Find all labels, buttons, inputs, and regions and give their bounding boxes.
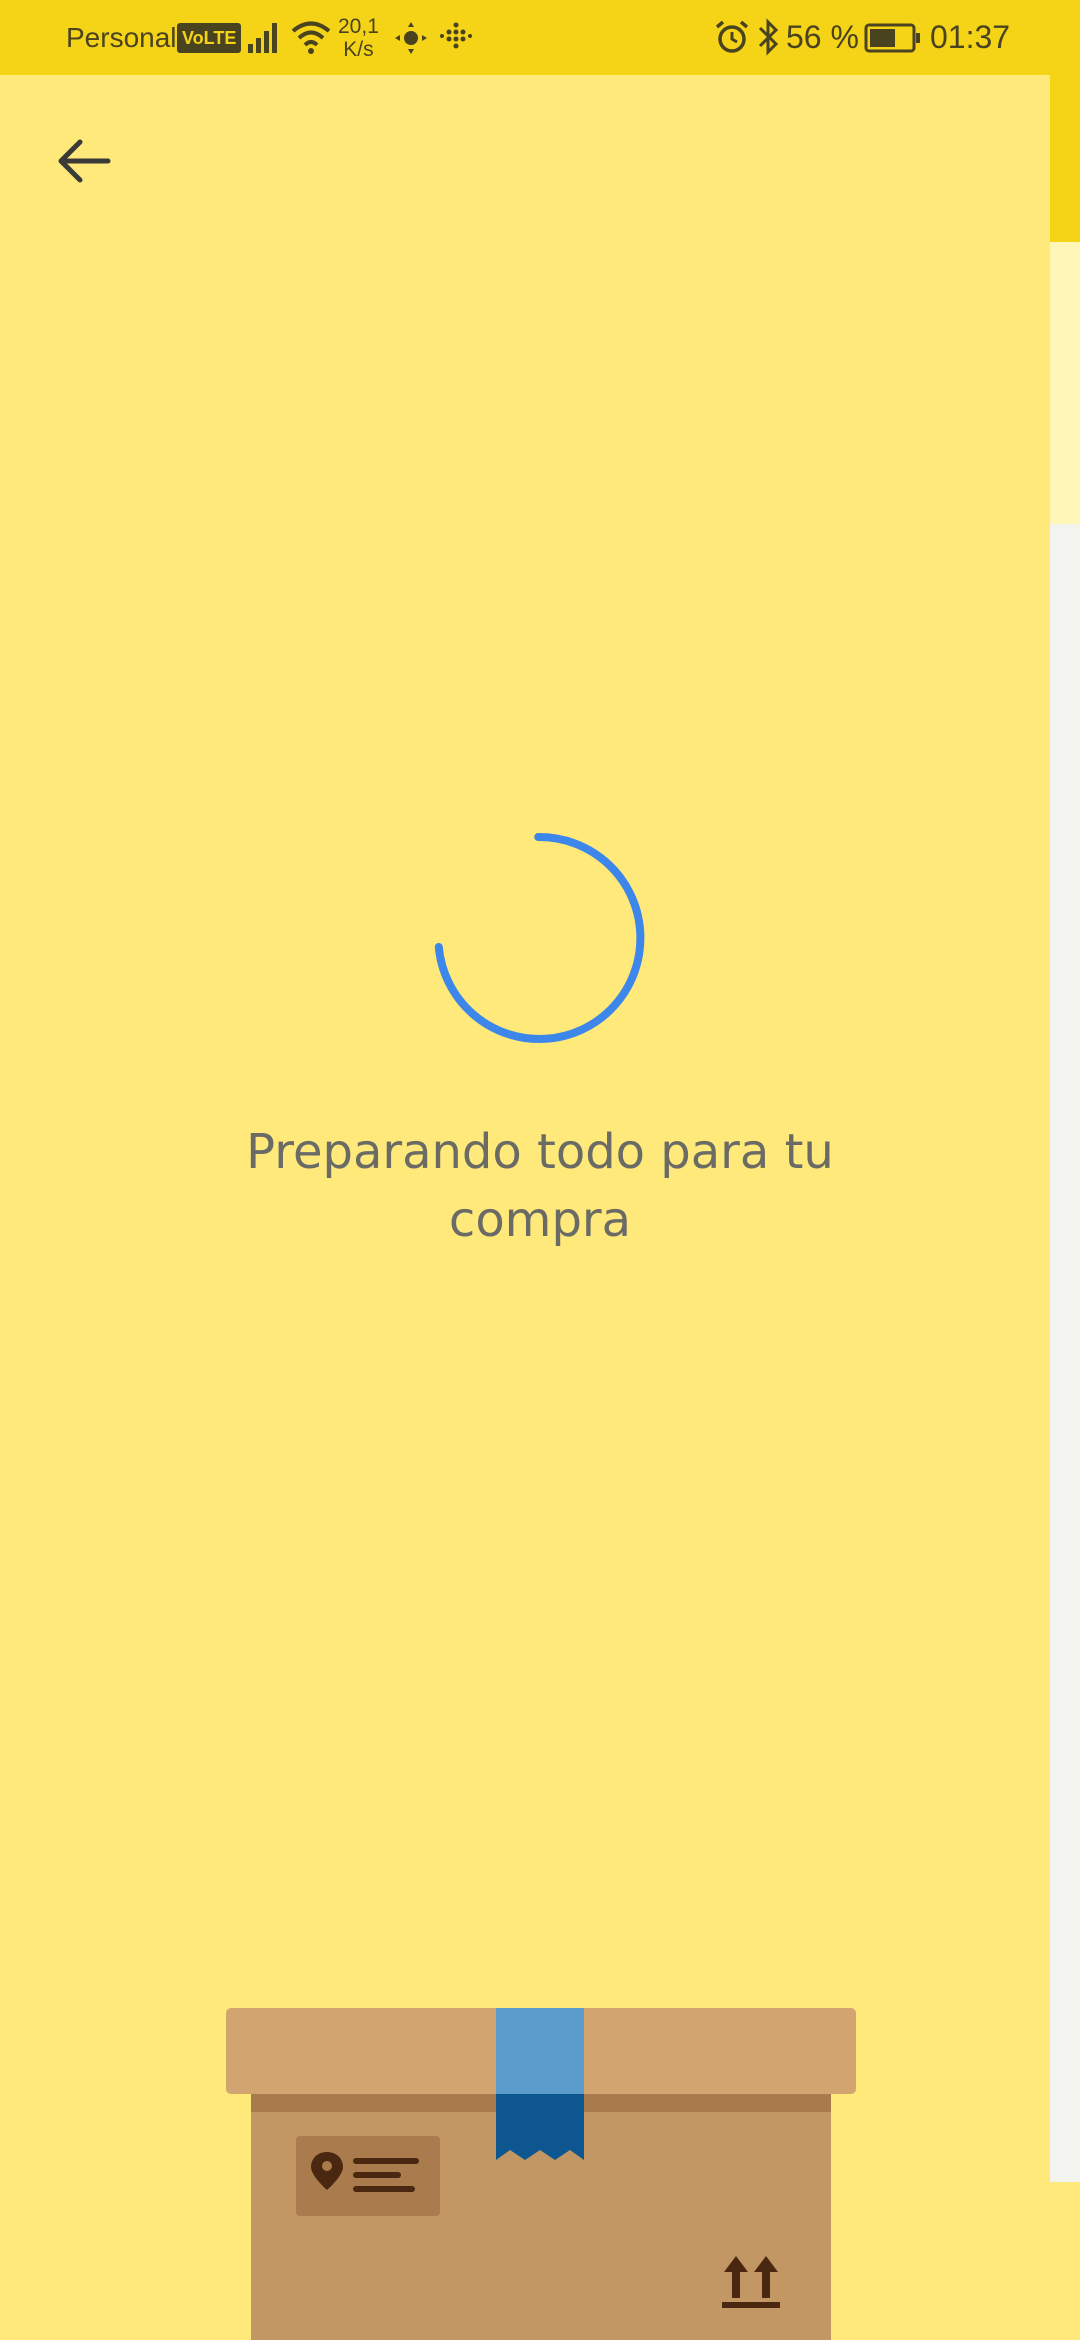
box-tape (496, 2008, 584, 2094)
side-panel-accent (1050, 75, 1080, 242)
location-icon (395, 22, 427, 54)
back-button[interactable] (46, 123, 122, 199)
loading-message-line-1: Preparando todo para tu (246, 1124, 834, 1180)
carrier-name: Personal (66, 21, 177, 53)
loading-spinner (434, 832, 645, 1043)
loading-message: Preparando todo para tu compra (200, 1118, 880, 1254)
label-line-2 (353, 2172, 401, 2178)
bluetooth-icon (758, 18, 779, 56)
clock: 01:37 (930, 19, 1011, 55)
volte-badge: VoLTE (177, 23, 242, 53)
status-bar: Personal VoLTE 20,1 K/s 56 % 01:37 (0, 0, 1080, 75)
battery-percent: 56 % (786, 19, 859, 55)
alarm-icon (715, 20, 749, 53)
side-panel-highlight (1050, 242, 1080, 524)
network-speed: 20,1 K/s (338, 0, 379, 75)
package-box-illustration (226, 2008, 856, 2340)
wifi-icon (291, 21, 331, 54)
label-line-3 (353, 2186, 415, 2192)
network-speed-value: 20,1 (338, 14, 379, 38)
app-notification-icon (440, 22, 472, 49)
battery-icon (864, 23, 920, 53)
loading-message-line-2: compra (448, 1192, 632, 1248)
network-speed-unit: K/s (343, 37, 374, 61)
label-line-1 (353, 2158, 419, 2164)
side-panel-surface (1050, 524, 1080, 2182)
signal-icon (248, 23, 277, 53)
arrow-left-icon (58, 139, 111, 183)
